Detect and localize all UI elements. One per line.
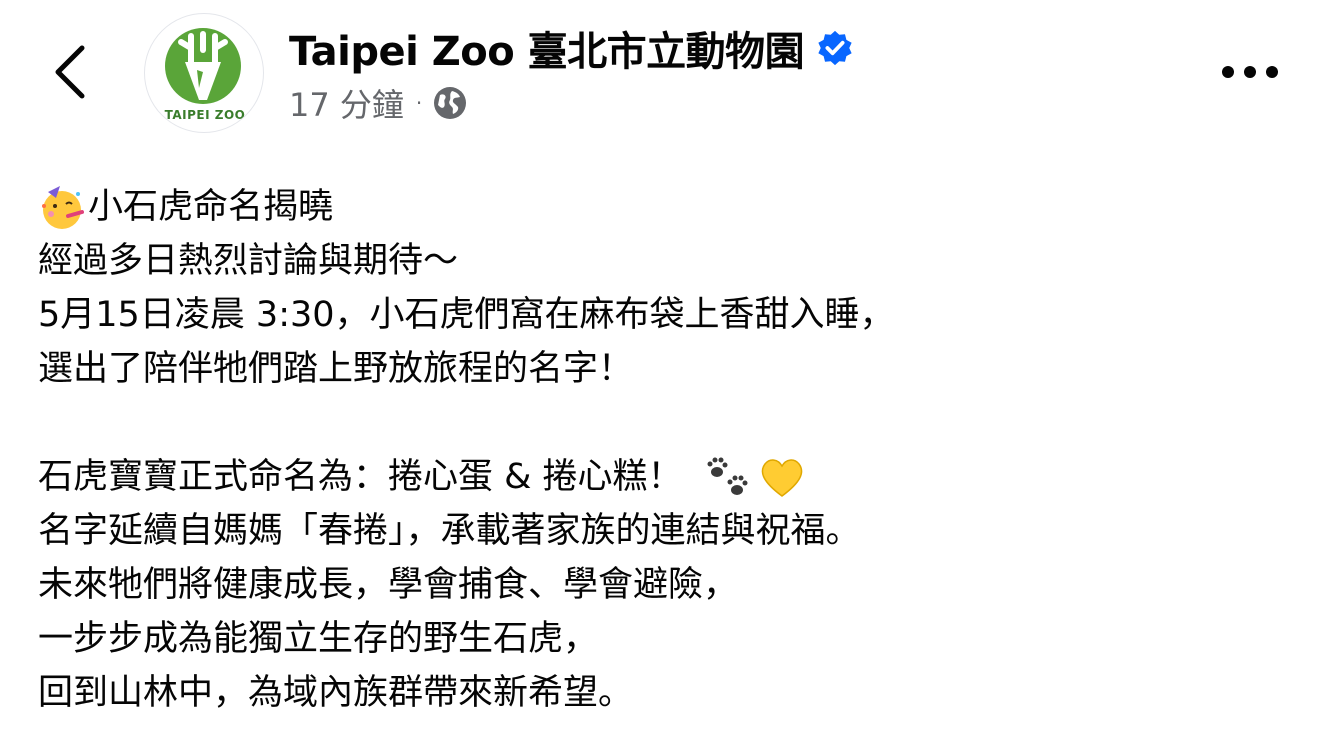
page-name[interactable]: Taipei Zoo 臺北市立動物園	[289, 19, 805, 77]
globe-icon[interactable]	[432, 85, 468, 121]
post-line: 一步步成為能獨立生存的野生石虎，	[38, 619, 599, 659]
post-line: 回到山林中，為域內族群帶來新希望。	[38, 673, 634, 713]
page-avatar[interactable]: TAIPEI ZOO	[144, 13, 264, 133]
page-name-row: Taipei Zoo 臺北市立動物園	[289, 20, 854, 76]
post-line: 經過多日熱烈討論與期待～	[38, 241, 459, 281]
avatar-logo-text: TAIPEI ZOO	[164, 108, 246, 122]
post-timestamp[interactable]: 17 分鐘	[289, 80, 404, 126]
post-line: 石虎寶寶正式命名為：捲心蛋 & 捲心糕！	[38, 450, 1298, 504]
post-line: 名字延續自媽媽「春捲」，承載著家族的連結與祝福。	[38, 511, 861, 551]
paragraph-break	[38, 396, 1298, 450]
post-meta: 17 分鐘 ·	[289, 80, 468, 126]
post-body: 小石虎命名揭曉 經過多日熱烈討論與期待～ 5月15日凌晨 3:30，小石虎們窩在…	[38, 180, 1298, 720]
yellow-heart-emoji	[761, 459, 802, 497]
back-button[interactable]	[40, 36, 100, 108]
post-line: 5月15日凌晨 3:30，小石虎們窩在麻布袋上香甜入睡，	[38, 295, 895, 335]
verified-badge-icon	[818, 30, 852, 66]
meta-separator: ·	[415, 91, 423, 115]
post-line: 小石虎命名揭曉	[38, 180, 1298, 234]
post-headline: 小石虎命名揭曉	[88, 187, 334, 227]
paw-prints-emoji	[707, 457, 748, 495]
post-names-announcement: 石虎寶寶正式命名為：捲心蛋 & 捲心糕！	[38, 457, 683, 497]
more-options-dot	[1266, 66, 1278, 78]
back-chevron-icon	[55, 45, 85, 99]
more-options-dot	[1244, 66, 1256, 78]
more-options-button[interactable]	[1208, 46, 1292, 98]
more-options-dot	[1222, 66, 1234, 78]
post-header: TAIPEI ZOO Taipei Zoo 臺北市立動物園 17 分鐘 ·	[0, 0, 1320, 150]
post-line: 選出了陪伴牠們踏上野放旅程的名字！	[38, 349, 634, 389]
post-line: 未來牠們將健康成長，學會捕食、學會避險，	[38, 565, 739, 605]
partying-face-emoji	[42, 186, 84, 229]
